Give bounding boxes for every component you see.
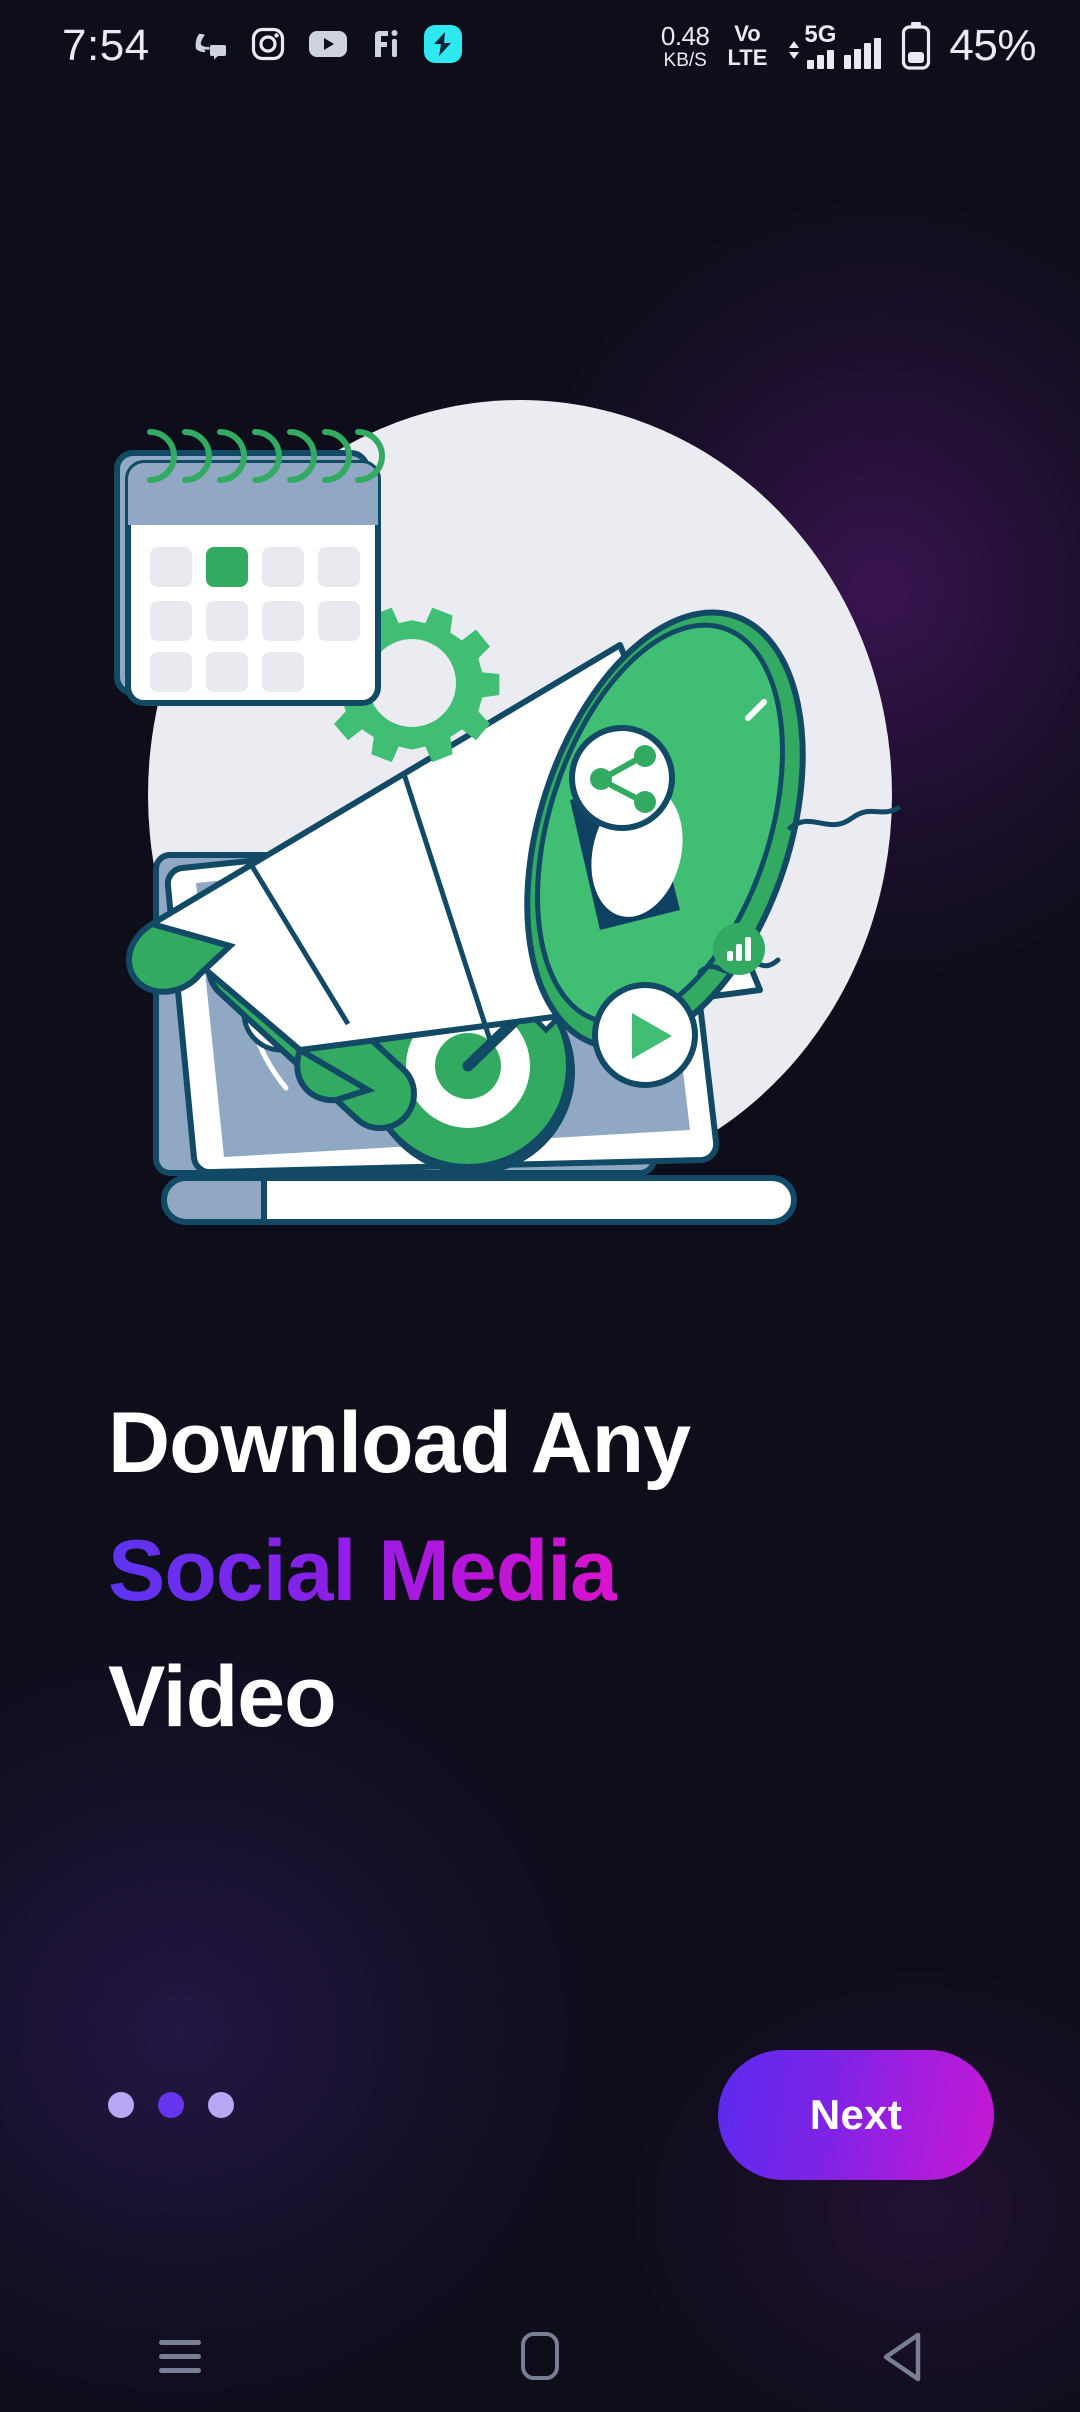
- home-icon: [521, 2332, 559, 2380]
- recents-button[interactable]: [120, 2300, 240, 2412]
- volte-indicator: Vo LTE: [727, 23, 767, 69]
- instagram-icon: [250, 26, 286, 67]
- network-type-label: 5G: [804, 21, 837, 48]
- status-bar-left: 7:54: [62, 24, 462, 68]
- recents-icon: [159, 2339, 201, 2373]
- pagination-dot-3[interactable]: [208, 2092, 234, 2118]
- discord-icon: [192, 26, 228, 67]
- battery-icon: [901, 22, 931, 70]
- status-bar-clock: 7:54: [62, 21, 150, 70]
- megaphone-marketing-illustration: $: [0, 400, 1080, 1280]
- onboarding-screen: 7:54 0.48 KB/S Vo LTE 5G 45% Download An…: [0, 0, 1080, 2412]
- battery-percent-label: 45%: [949, 21, 1036, 70]
- data-arrows-icon: [787, 39, 801, 69]
- status-bar: 7:54 0.48 KB/S Vo LTE 5G 45%: [0, 0, 1080, 92]
- pagination-dot-1[interactable]: [108, 2092, 134, 2118]
- headline-line-1: Download Any: [108, 1395, 691, 1491]
- android-navigation-bar: [0, 2300, 1080, 2412]
- status-bar-right: 0.48 KB/S Vo LTE 5G 45%: [661, 21, 1037, 71]
- network-speed-indicator: 0.48 KB/S: [661, 23, 710, 70]
- back-icon: [880, 2331, 921, 2382]
- play-icon-badge: [592, 982, 698, 1088]
- fi-app-icon: [370, 27, 402, 66]
- volte-bottom-label: LTE: [727, 45, 768, 70]
- headline-line-2-wrap: Social Media: [108, 1528, 1008, 1614]
- notification-icon-group: [192, 24, 462, 68]
- shortcut-app-icon: [423, 24, 462, 68]
- youtube-icon: [308, 29, 348, 64]
- share-icon-badge: [569, 725, 675, 831]
- chart-icon-badge: [713, 923, 765, 975]
- volte-top-label: Vo: [734, 21, 761, 46]
- network-type-group: 5G: [804, 23, 836, 69]
- network-speed-unit: KB/S: [663, 49, 707, 71]
- home-button[interactable]: [480, 2300, 600, 2412]
- calendar-icon: [114, 429, 385, 706]
- next-button[interactable]: Next: [718, 2050, 994, 2180]
- headline-line-3: Video: [108, 1649, 337, 1745]
- back-button[interactable]: [840, 2300, 960, 2412]
- signal-indicator: 5G: [787, 23, 882, 69]
- network-speed-value: 0.48: [660, 20, 710, 51]
- pagination-dots[interactable]: [108, 2092, 234, 2118]
- headline-line-2: Social Media: [108, 1523, 618, 1619]
- signal-bars-icon: [806, 47, 834, 69]
- pagination-dot-2[interactable]: [158, 2092, 184, 2118]
- signal-bars-secondary-icon: [844, 38, 882, 69]
- page-headline: Download Any Social Media Video: [108, 1400, 1008, 1740]
